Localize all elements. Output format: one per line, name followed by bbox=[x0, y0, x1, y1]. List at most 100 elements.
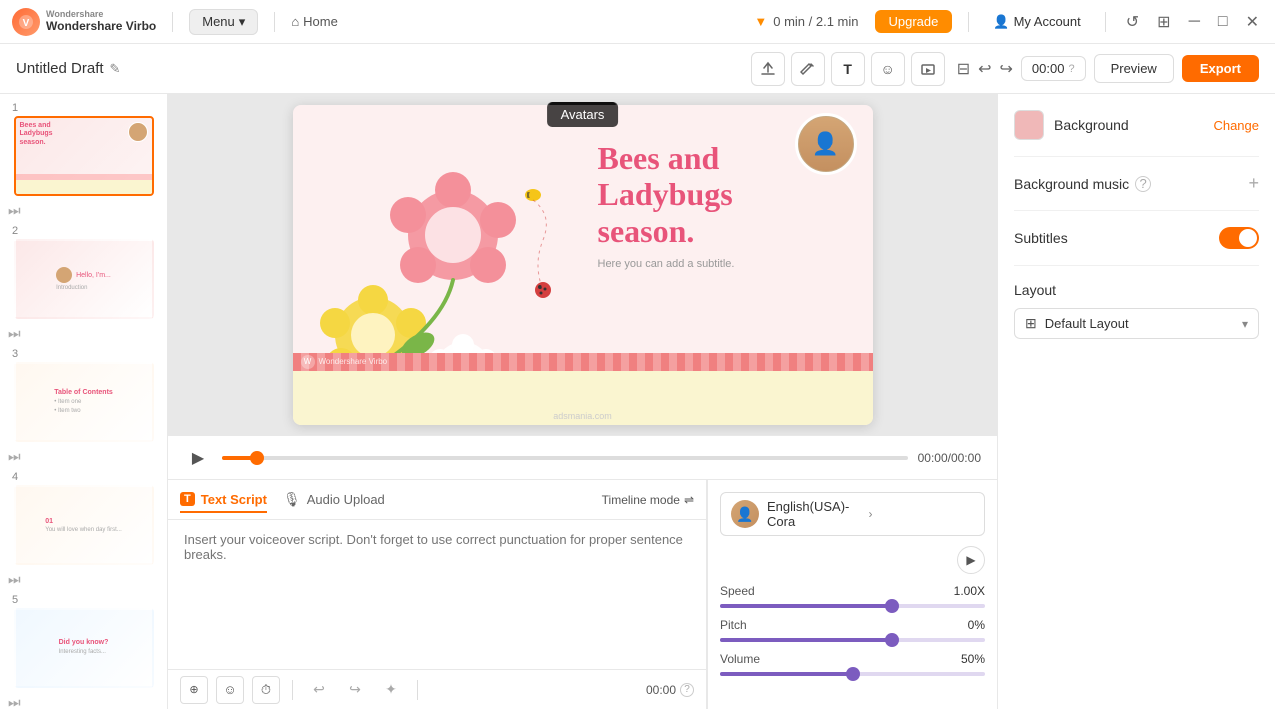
upgrade-button[interactable]: Upgrade bbox=[875, 10, 953, 33]
volume-thumb[interactable] bbox=[846, 667, 860, 681]
undo-icon[interactable]: ↩ bbox=[978, 59, 991, 79]
script-time: 00:00 ? bbox=[646, 683, 694, 697]
divider-2 bbox=[1014, 210, 1259, 211]
top-navigation: V Wondershare Wondershare Virbo Menu ▾ ⌂… bbox=[0, 0, 1275, 44]
export-button[interactable]: Export bbox=[1182, 55, 1259, 82]
background-label: Background bbox=[1054, 117, 1203, 133]
sidebar-icon[interactable]: ⊟ bbox=[957, 59, 970, 79]
bg-music-title: Background music ? bbox=[1014, 176, 1151, 192]
slide-item-4[interactable]: 4 01 You will love when day first... bbox=[8, 471, 159, 565]
progress-track[interactable] bbox=[222, 456, 908, 460]
pitch-value: 0% bbox=[968, 618, 985, 632]
play-button[interactable]: ▶ bbox=[184, 444, 212, 472]
upload-btn[interactable] bbox=[751, 52, 785, 86]
change-background-button[interactable]: Change bbox=[1213, 118, 1259, 133]
script-panel: T Text Script 🎙 Audio Upload Timeline mo… bbox=[168, 480, 707, 709]
slide-item-2[interactable]: 2 Hello, I'm... Introduction bbox=[8, 225, 159, 319]
edit-btn[interactable] bbox=[791, 52, 825, 86]
speed-label: Speed bbox=[720, 584, 755, 598]
slide-item-5[interactable]: 5 Did you know? Interesting facts... bbox=[8, 594, 159, 688]
bg-music-info-icon[interactable]: ? bbox=[1135, 176, 1151, 192]
media-btn[interactable] bbox=[911, 52, 945, 86]
minimize-icon[interactable]: ─ bbox=[1185, 11, 1204, 33]
redo-script-btn[interactable]: ↪ bbox=[341, 676, 369, 704]
slide-skip-1[interactable]: ⏭ bbox=[8, 202, 159, 219]
slide-thumbnail-3[interactable]: Table of Contents • Item one• Item two bbox=[14, 362, 154, 442]
redo-icon[interactable]: ↪ bbox=[1000, 59, 1013, 79]
audio-upload-label: Audio Upload bbox=[307, 492, 385, 507]
tab-text-script[interactable]: T Text Script bbox=[180, 488, 267, 513]
subtitles-row: Subtitles bbox=[1014, 227, 1259, 249]
watermark-area: W Wondershare Virbo bbox=[293, 353, 873, 371]
canvas-area: Avatars bbox=[168, 94, 997, 709]
nav-divider-4 bbox=[1105, 12, 1106, 32]
preview-button[interactable]: Preview bbox=[1094, 54, 1174, 83]
avatar-btn[interactable]: ☺ bbox=[871, 52, 905, 86]
background-section: Background Change bbox=[1014, 110, 1259, 140]
text-script-label: Text Script bbox=[201, 492, 267, 507]
slide-skip-2[interactable]: ⏭ bbox=[8, 325, 159, 342]
insert-text-btn[interactable]: ⊕ bbox=[180, 676, 208, 704]
history-icon[interactable]: ↺ bbox=[1122, 10, 1143, 34]
text-btn[interactable]: T bbox=[831, 52, 865, 86]
draft-title-area: Untitled Draft ✎ bbox=[16, 60, 120, 77]
undo-script-btn[interactable]: ↩ bbox=[305, 676, 333, 704]
bg-music-section: Background music ? + bbox=[1014, 173, 1259, 194]
right-panel: Background Change Background music ? + S… bbox=[997, 94, 1275, 709]
format-btn[interactable]: ☺ bbox=[216, 676, 244, 704]
account-button[interactable]: 👤 My Account bbox=[985, 10, 1088, 34]
home-button[interactable]: ⌂ Home bbox=[291, 14, 338, 29]
slide-number-1: 1 bbox=[12, 102, 18, 114]
timer-btn[interactable]: ⏱ bbox=[252, 676, 280, 704]
nav-divider-1 bbox=[172, 12, 173, 32]
slide-skip-4[interactable]: ⏭ bbox=[8, 571, 159, 588]
volume-slider[interactable] bbox=[720, 672, 985, 676]
add-music-button[interactable]: + bbox=[1248, 173, 1259, 194]
menu-label: Menu bbox=[202, 14, 235, 29]
slide-thumbnail-1[interactable]: Bees andLadybugsseason. bbox=[14, 116, 154, 196]
avatar-circle[interactable]: 👤 bbox=[795, 113, 857, 175]
script-textarea[interactable] bbox=[184, 532, 690, 657]
slide-skip-5[interactable]: ⏭ bbox=[8, 694, 159, 709]
subtitles-toggle[interactable] bbox=[1219, 227, 1259, 249]
slide-thumbnail-5[interactable]: Did you know? Interesting facts... bbox=[14, 608, 154, 688]
slide-thumbnail-2[interactable]: Hello, I'm... Introduction bbox=[14, 239, 154, 319]
time-help-icon[interactable]: ? bbox=[1068, 63, 1074, 75]
maximize-icon[interactable]: □ bbox=[1214, 11, 1232, 33]
time-info: ▼ 0 min / 2.1 min bbox=[754, 14, 858, 29]
voice-play-button[interactable]: ▶ bbox=[957, 546, 985, 574]
slide-pink-bar: W Wondershare Virbo bbox=[293, 353, 873, 371]
home-icon: ⌂ bbox=[291, 14, 299, 29]
layout-select[interactable]: ⊞ Default Layout ▾ bbox=[1014, 308, 1259, 339]
timeline-mode-label: Timeline mode bbox=[602, 493, 680, 507]
slide-item-1[interactable]: 1 Bees andLadybugsseason. bbox=[8, 102, 159, 196]
text-script-icon: T bbox=[180, 492, 195, 506]
script-time-help[interactable]: ? bbox=[680, 683, 694, 697]
audio-upload-icon: 🎙 bbox=[283, 491, 301, 508]
progress-bar-area: ▶ 00:00/00:00 bbox=[168, 435, 997, 479]
main-canvas[interactable]: Bees and Ladybugs season. Here you can a… bbox=[293, 105, 873, 425]
grid-icon[interactable]: ⊞ bbox=[1153, 10, 1174, 34]
tab-audio-upload[interactable]: 🎙 Audio Upload bbox=[283, 487, 385, 512]
menu-button[interactable]: Menu ▾ bbox=[189, 9, 258, 35]
speed-thumb[interactable] bbox=[885, 599, 899, 613]
timeline-mode-toggle[interactable]: Timeline mode ⇌ bbox=[602, 493, 694, 507]
subtitles-label: Subtitles bbox=[1014, 230, 1068, 246]
slide-skip-3[interactable]: ⏭ bbox=[8, 448, 159, 465]
voice-name: English(USA)-Cora bbox=[767, 499, 861, 529]
pitch-thumb[interactable] bbox=[885, 633, 899, 647]
slide-thumbnail-4[interactable]: 01 You will love when day first... bbox=[14, 485, 154, 565]
attribution-text: adsmania.com bbox=[553, 411, 612, 421]
voice-selector[interactable]: 👤 English(USA)-Cora › bbox=[720, 492, 985, 536]
slide-item-3[interactable]: 3 Table of Contents • Item one• Item two bbox=[8, 348, 159, 442]
edit-title-icon[interactable]: ✎ bbox=[110, 61, 121, 77]
background-color-swatch[interactable] bbox=[1014, 110, 1044, 140]
speed-slider[interactable] bbox=[720, 604, 985, 608]
bottom-panels: T Text Script 🎙 Audio Upload Timeline mo… bbox=[168, 479, 997, 709]
close-icon[interactable]: ✕ bbox=[1242, 10, 1263, 34]
ai-btn[interactable]: ✦ bbox=[377, 676, 405, 704]
slide-subtitle-text: Here you can add a subtitle. bbox=[598, 258, 848, 270]
pitch-slider[interactable] bbox=[720, 638, 985, 642]
progress-thumb[interactable] bbox=[250, 451, 264, 465]
script-time-code: 00:00 bbox=[646, 683, 676, 697]
